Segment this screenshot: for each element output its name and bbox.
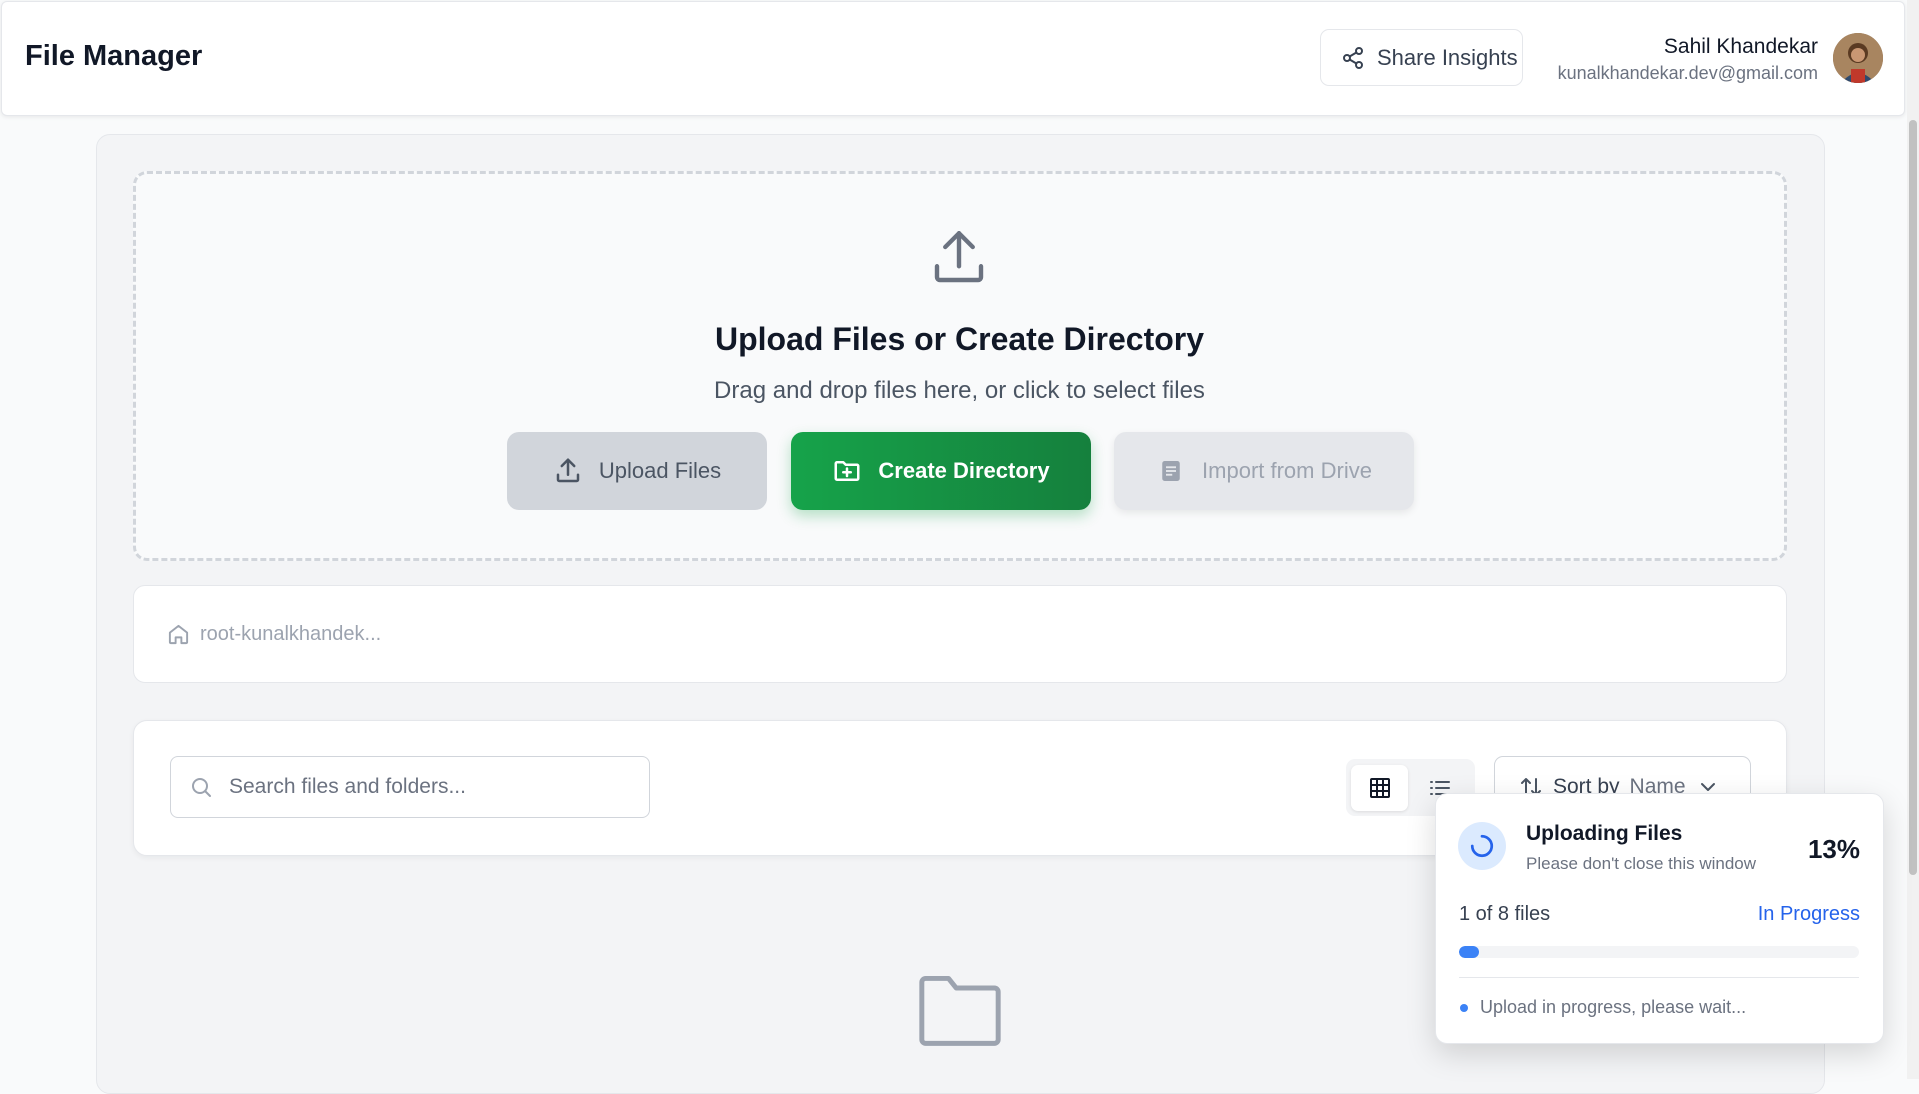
- file-count: 1 of 8 files: [1459, 903, 1551, 925]
- import-drive-button[interactable]: Import from Drive: [1114, 432, 1414, 510]
- toast-subtitle: Please don't close this window: [1526, 854, 1757, 873]
- share-insights-button[interactable]: Share Insights: [1320, 29, 1523, 86]
- upload-files-button[interactable]: Upload Files: [507, 432, 767, 510]
- document-icon: [1162, 461, 1180, 481]
- avatar[interactable]: [1833, 33, 1883, 83]
- upload-icon: [556, 458, 580, 483]
- search-box[interactable]: [170, 756, 650, 818]
- empty-folder-icon: [919, 975, 1001, 1046]
- toast-note: Upload in progress, please wait...: [1480, 997, 1747, 1017]
- upload-icon: [934, 231, 984, 283]
- create-directory-label: Create Directory: [878, 458, 1050, 483]
- divider: [1459, 977, 1859, 978]
- toast-title: Uploading Files: [1526, 822, 1683, 845]
- share-insights-label: Share Insights: [1377, 44, 1518, 70]
- loading-icon: [1470, 834, 1494, 858]
- share-icon: [1343, 46, 1363, 69]
- folder-plus-icon: [834, 461, 860, 481]
- grid-view-button[interactable]: [1351, 765, 1408, 811]
- upload-files-label: Upload Files: [598, 458, 722, 483]
- search-input[interactable]: [229, 775, 629, 799]
- status-dot: [1460, 1004, 1468, 1012]
- dropzone-title: Upload Files or Create Directory: [714, 321, 1205, 357]
- create-directory-button[interactable]: Create Directory: [791, 432, 1091, 510]
- user-name: Sahil Khandekar: [1663, 35, 1818, 58]
- dropzone-subtitle: Drag and drop files here, or click to se…: [714, 377, 1205, 404]
- app-title: File Manager: [25, 40, 203, 72]
- import-drive-label: Import from Drive: [1202, 458, 1372, 483]
- scrollbar-thumb[interactable]: [1909, 120, 1917, 875]
- breadcrumb[interactable]: root-kunalkhandek...: [167, 623, 381, 646]
- upload-percent: 13%: [1807, 834, 1860, 864]
- home-icon: [168, 624, 189, 645]
- user-email: kunalkhandekar.dev@gmail.com: [1557, 63, 1818, 83]
- grid-icon: [1369, 778, 1390, 798]
- progress-bar: [1459, 946, 1859, 958]
- spinner: [1458, 822, 1506, 870]
- breadcrumb-root[interactable]: root-kunalkhandek...: [200, 623, 381, 646]
- app-header: [1, 1, 1905, 116]
- page-scrollbar[interactable]: [1907, 0, 1919, 1079]
- search-icon: [192, 778, 211, 797]
- status-badge: In Progress: [1757, 903, 1860, 925]
- progress-fill: [1459, 946, 1479, 958]
